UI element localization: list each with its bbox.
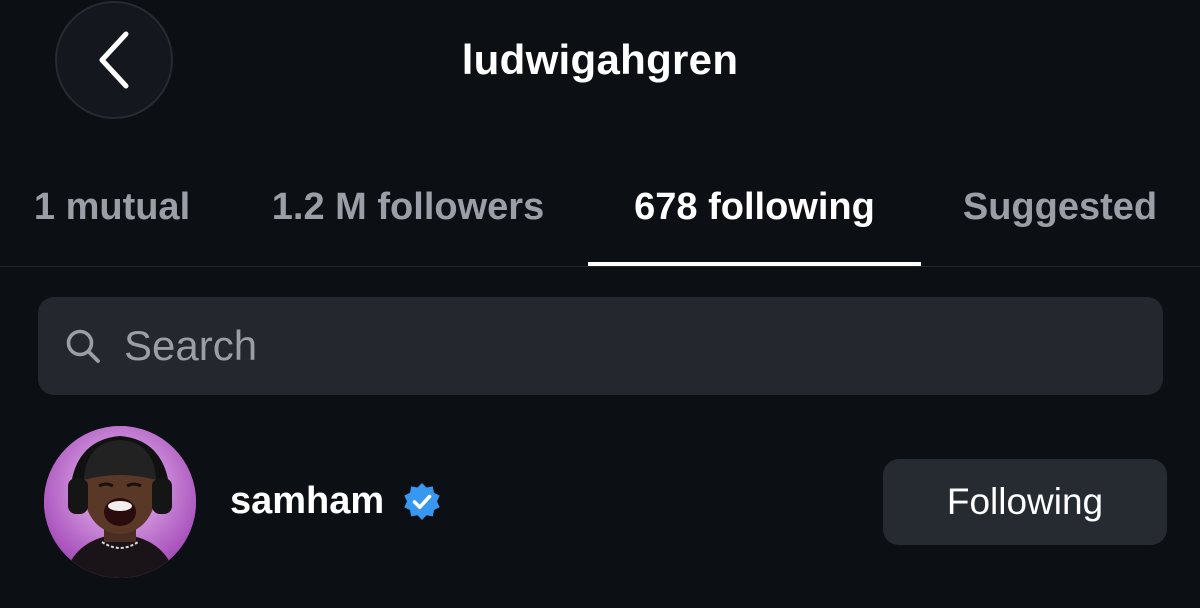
avatar[interactable] [44,426,196,578]
search-icon [66,329,100,363]
search-input[interactable] [124,297,1124,395]
tab-followers[interactable]: 1.2 M followers [238,180,578,266]
tab-suggested[interactable]: Suggested [935,180,1185,266]
divider [0,266,1200,267]
tab-bar: 1 mutual 1.2 M followers 678 following S… [0,180,1200,266]
search-bar[interactable] [38,297,1163,395]
verified-badge-icon [404,483,440,520]
tab-label: 678 following [634,186,875,228]
tab-label: Suggested [962,186,1158,228]
tab-mutual[interactable]: 1 mutual [0,180,224,266]
page-title: ludwigahgren [461,36,739,83]
username[interactable]: samham [230,480,384,523]
tab-label: 1.2 M followers [271,186,545,228]
tab-following[interactable]: 678 following [588,180,921,266]
following-button[interactable]: Following [883,459,1167,545]
avatar-image [44,426,196,578]
following-screen: ludwigahgren 1 mutual 1.2 M followers 67… [0,0,1200,608]
tab-label: 1 mutual [33,186,191,228]
list-item[interactable]: samham Following [0,420,1200,590]
